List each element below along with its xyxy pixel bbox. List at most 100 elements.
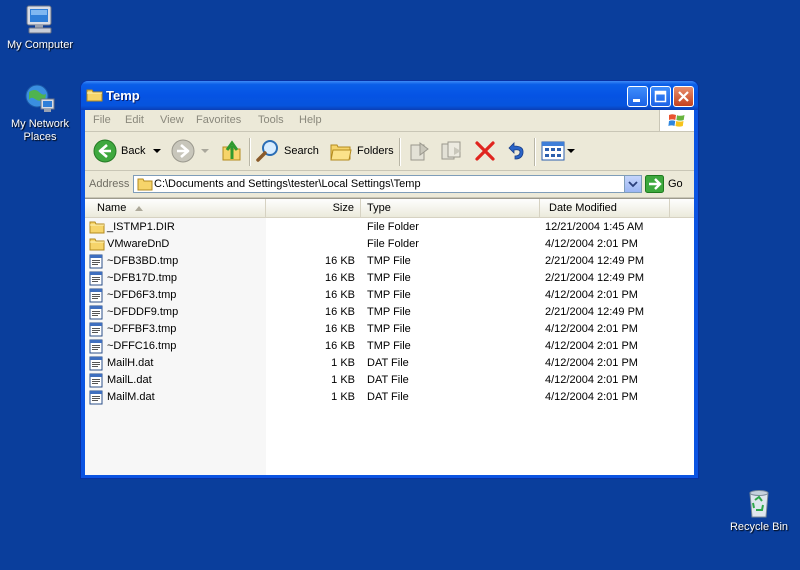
file-name: MailH.dat [107, 357, 154, 369]
chevron-down-icon [628, 181, 638, 188]
toolbar-separator [249, 138, 251, 166]
folders-button[interactable]: Folders [329, 139, 394, 163]
menu-bar: File Edit View Favorites Tools Help [85, 110, 694, 132]
file-date: 4/12/2004 2:01 PM [545, 340, 638, 352]
file-name: VMwareDnD [107, 238, 170, 250]
chevron-down-icon[interactable] [199, 146, 211, 156]
file-row[interactable]: ~DFB17D.tmp 16 KB TMP File 2/21/2004 12:49 … [85, 270, 694, 287]
window-title: Temp [106, 88, 140, 103]
menu-help[interactable]: Help [299, 114, 322, 126]
desktop-icon-my-network-places[interactable]: My Network Places [0, 82, 80, 144]
file-icon [89, 339, 103, 354]
search-button[interactable]: Search [256, 139, 319, 163]
toolbar-separator [399, 138, 401, 166]
column-header-label: Type [367, 202, 391, 214]
maximize-button[interactable] [650, 86, 671, 107]
file-size: 16 KB [325, 289, 355, 301]
column-header-date-modified[interactable]: Date Modified [540, 199, 670, 217]
chevron-down-icon[interactable] [151, 146, 163, 156]
file-name: MailL.dat [107, 374, 152, 386]
close-icon [678, 91, 689, 102]
undo-button[interactable] [504, 139, 528, 163]
file-size: 1 KB [331, 357, 355, 369]
chevron-down-icon[interactable] [566, 146, 576, 156]
column-header-type[interactable]: Type [361, 199, 540, 217]
file-row[interactable]: ~DFFBF3.tmp 16 KB TMP File 4/12/2004 2:01 P… [85, 321, 694, 338]
file-row[interactable]: MailM.dat 1 KB DAT File 4/12/2004 2:01 PM [85, 389, 694, 406]
file-type: DAT File [367, 357, 409, 369]
file-row[interactable]: ~DFD6F3.tmp 16 KB TMP File 4/12/2004 2:01 P… [85, 287, 694, 304]
file-date: 2/21/2004 12:49 PM [545, 272, 645, 284]
back-button[interactable]: Back [93, 139, 163, 163]
file-date: 12/21/2004 1:45 AM [545, 221, 644, 233]
file-row[interactable]: _ISTMP1.DIR File Folder 12/21/2004 1:45 AM [85, 219, 694, 236]
file-list[interactable]: Name Size Type Date Modified _ISTMP1.DIR… [85, 198, 694, 475]
back-arrow-icon [93, 139, 117, 163]
file-row[interactable]: MailH.dat 1 KB DAT File 4/12/2004 2:01 PM [85, 355, 694, 372]
address-label: Address [89, 178, 130, 190]
desktop-icon-recycle-bin[interactable]: Recycle Bin [719, 487, 799, 534]
file-row[interactable]: MailL.dat 1 KB DAT File 4/12/2004 2:01 PM [85, 372, 694, 389]
file-type: TMP File [367, 323, 411, 335]
menu-file[interactable]: File [93, 114, 111, 126]
file-type: TMP File [367, 340, 411, 352]
views-button[interactable] [541, 139, 576, 163]
menu-view[interactable]: View [160, 114, 184, 126]
file-size: 1 KB [331, 374, 355, 386]
desktop-icon-my-computer[interactable]: My Computer [0, 3, 80, 52]
folder-icon [137, 178, 153, 191]
menu-tools[interactable]: Tools [258, 114, 284, 126]
computer-icon [26, 5, 52, 34]
forward-button[interactable] [171, 139, 211, 163]
column-header-name[interactable]: Name [85, 199, 266, 217]
file-name: ~DFB3BD.tmp [107, 255, 179, 267]
file-icon [89, 288, 103, 303]
up-folder-button[interactable] [221, 139, 243, 163]
folder-icon [86, 89, 103, 102]
file-type: DAT File [367, 374, 409, 386]
menu-edit[interactable]: Edit [125, 114, 144, 126]
file-name: ~DFFC16.tmp [107, 340, 177, 352]
menu-favorites[interactable]: Favorites [196, 114, 241, 126]
file-icon [89, 254, 103, 269]
delete-button[interactable] [473, 139, 497, 163]
address-value: C:\Documents and Settings\tester\Local S… [154, 178, 421, 190]
column-header-label: Name [97, 202, 127, 214]
file-size: 16 KB [325, 306, 355, 318]
address-dropdown-button[interactable] [624, 176, 641, 192]
desktop-icon-label: My Network Places [10, 118, 70, 143]
windows-logo [659, 110, 694, 131]
folders-label: Folders [357, 145, 394, 157]
file-date: 4/12/2004 2:01 PM [545, 357, 638, 369]
file-size: 16 KB [325, 255, 355, 267]
file-row[interactable]: ~DFDDF9.tmp 16 KB TMP File 2/21/2004 12:49 … [85, 304, 694, 321]
copy-to-button[interactable] [440, 139, 464, 163]
minimize-button[interactable] [627, 86, 648, 107]
file-row[interactable]: ~DFB3BD.tmp 16 KB TMP File 2/21/2004 12:49 … [85, 253, 694, 270]
file-size: 16 KB [325, 323, 355, 335]
file-icon [89, 322, 103, 337]
close-button[interactable] [673, 86, 694, 107]
column-header-size[interactable]: Size [266, 199, 361, 217]
title-bar[interactable]: Temp [81, 81, 698, 110]
file-name: _ISTMP1.DIR [107, 221, 175, 233]
file-date: 4/12/2004 2:01 PM [545, 238, 638, 250]
move-to-button[interactable] [408, 139, 432, 163]
row-icon [89, 220, 105, 237]
views-icon [541, 141, 565, 161]
file-date: 2/21/2004 12:49 PM [545, 306, 645, 318]
file-type: TMP File [367, 306, 411, 318]
go-label: Go [668, 178, 683, 190]
file-icon [89, 356, 103, 371]
file-row[interactable]: ~DFFC16.tmp 16 KB TMP File 4/12/2004 2:01 P… [85, 338, 694, 355]
row-icon [89, 390, 103, 408]
go-button[interactable]: Go [645, 175, 683, 193]
folders-icon [330, 144, 352, 161]
file-date: 4/12/2004 2:01 PM [545, 323, 638, 335]
file-name: MailM.dat [107, 391, 155, 403]
address-input[interactable]: C:\Documents and Settings\tester\Local S… [133, 175, 642, 193]
file-icon [89, 271, 103, 286]
move-to-icon [410, 142, 429, 161]
maximize-icon [654, 90, 667, 103]
file-row[interactable]: VMwareDnD File Folder 4/12/2004 2:01 PM [85, 236, 694, 253]
